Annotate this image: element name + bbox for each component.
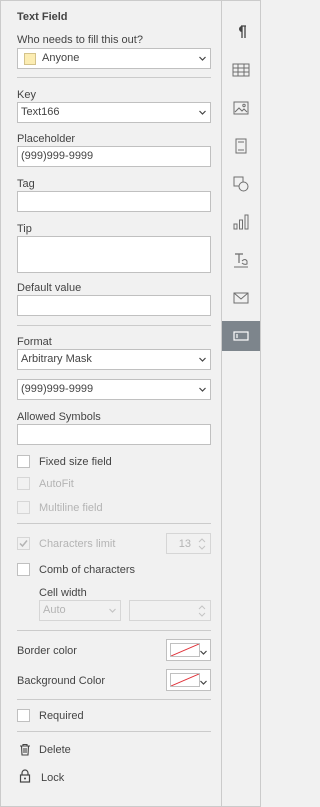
mail-merge-settings-tab[interactable] xyxy=(222,283,260,313)
chevron-down-icon xyxy=(199,55,206,62)
tip-label: Tip xyxy=(17,223,32,235)
border-color-button[interactable] xyxy=(166,639,211,661)
characters-limit-spinner[interactable]: 13 xyxy=(166,533,211,554)
key-select[interactable]: Text166 xyxy=(17,102,211,123)
tag-label: Tag xyxy=(17,178,35,190)
placeholder-label: Placeholder xyxy=(17,133,76,145)
checkmark-icon xyxy=(19,540,28,548)
default-value-label: Default value xyxy=(17,282,82,294)
lock-label: Lock xyxy=(41,772,65,784)
color-swatch xyxy=(24,53,36,65)
multiline-checkbox[interactable] xyxy=(17,501,30,514)
format-select[interactable]: Arbitrary Mask xyxy=(17,349,211,370)
default-value-input[interactable] xyxy=(17,295,211,316)
autofit-label: AutoFit xyxy=(39,478,74,490)
placeholder-input[interactable]: (999)999-9999 xyxy=(17,146,211,167)
background-color-label: Background Color xyxy=(17,675,106,687)
characters-limit-label: Characters limit xyxy=(39,538,116,550)
no-color-swatch xyxy=(170,643,200,657)
chevron-down-icon xyxy=(199,109,206,116)
characters-limit-value: 13 xyxy=(178,538,191,550)
delete-label: Delete xyxy=(39,744,71,756)
key-select-value: Text166 xyxy=(21,106,60,118)
lock-button[interactable]: Lock xyxy=(17,769,137,786)
comb-checkbox[interactable] xyxy=(17,563,30,576)
text-field-settings-panel: Text Field Who needs to fill this out? A… xyxy=(0,0,221,807)
form-field-icon xyxy=(233,331,249,341)
divider xyxy=(17,325,211,326)
image-settings-tab[interactable] xyxy=(222,93,260,123)
fixed-size-label: Fixed size field xyxy=(39,456,112,468)
format-select-value: Arbitrary Mask xyxy=(21,353,92,365)
text-art-settings-tab[interactable] xyxy=(222,245,260,275)
paragraph-icon xyxy=(239,25,246,38)
background-color-button[interactable] xyxy=(166,669,211,691)
spinner-arrows-icon xyxy=(198,538,206,550)
spinner-arrows-icon xyxy=(198,605,206,617)
table-settings-tab[interactable] xyxy=(222,55,260,85)
comb-label: Comb of characters xyxy=(39,564,135,576)
chevron-down-icon xyxy=(200,677,207,689)
divider xyxy=(17,77,211,78)
no-color-swatch xyxy=(170,673,200,687)
divider xyxy=(17,731,211,732)
required-label: Required xyxy=(39,710,84,722)
allowed-symbols-label: Allowed Symbols xyxy=(17,411,101,423)
chevron-down-icon xyxy=(199,356,206,363)
panel-title: Text Field xyxy=(17,11,68,23)
autofit-checkbox[interactable] xyxy=(17,477,30,490)
who-select-value: Anyone xyxy=(42,52,80,64)
chevron-down-icon xyxy=(200,647,207,659)
fixed-size-checkbox[interactable] xyxy=(17,455,30,468)
cell-width-value: Auto xyxy=(43,604,66,616)
right-toolbar xyxy=(221,0,261,807)
chevron-down-icon xyxy=(109,607,116,614)
paragraph-settings-tab[interactable] xyxy=(222,17,260,47)
divider xyxy=(17,523,211,524)
chart-icon xyxy=(233,214,249,230)
mask-select-value: (999)999-9999 xyxy=(21,383,94,395)
lock-icon xyxy=(19,769,31,783)
format-label: Format xyxy=(17,336,52,348)
mask-select[interactable]: (999)999-9999 xyxy=(17,379,211,400)
chevron-down-icon xyxy=(199,386,206,393)
delete-button[interactable]: Delete xyxy=(17,742,137,758)
who-select[interactable]: Anyone xyxy=(17,48,211,69)
cell-width-spinner[interactable] xyxy=(129,600,211,621)
required-checkbox[interactable] xyxy=(17,709,30,722)
who-label: Who needs to fill this out? xyxy=(17,34,143,46)
text-art-icon xyxy=(234,253,248,268)
image-icon xyxy=(233,101,249,115)
cell-width-select[interactable]: Auto xyxy=(39,600,121,621)
form-settings-tab[interactable] xyxy=(222,321,260,351)
border-color-label: Border color xyxy=(17,645,77,657)
divider xyxy=(17,630,211,631)
multiline-label: Multiline field xyxy=(39,502,103,514)
header-footer-settings-tab[interactable] xyxy=(222,131,260,161)
mail-merge-icon xyxy=(233,292,249,304)
header-footer-icon xyxy=(235,138,247,154)
tag-input[interactable] xyxy=(17,191,211,212)
table-icon xyxy=(232,63,250,77)
shape-settings-tab[interactable] xyxy=(222,169,260,199)
trash-icon xyxy=(20,743,30,756)
characters-limit-checkbox[interactable] xyxy=(17,537,30,550)
cell-width-label: Cell width xyxy=(39,587,87,599)
divider xyxy=(17,699,211,700)
chart-settings-tab[interactable] xyxy=(222,207,260,237)
tip-textarea[interactable] xyxy=(17,236,211,273)
shape-icon xyxy=(233,176,249,192)
allowed-symbols-input[interactable] xyxy=(17,424,211,445)
key-label: Key xyxy=(17,89,36,101)
